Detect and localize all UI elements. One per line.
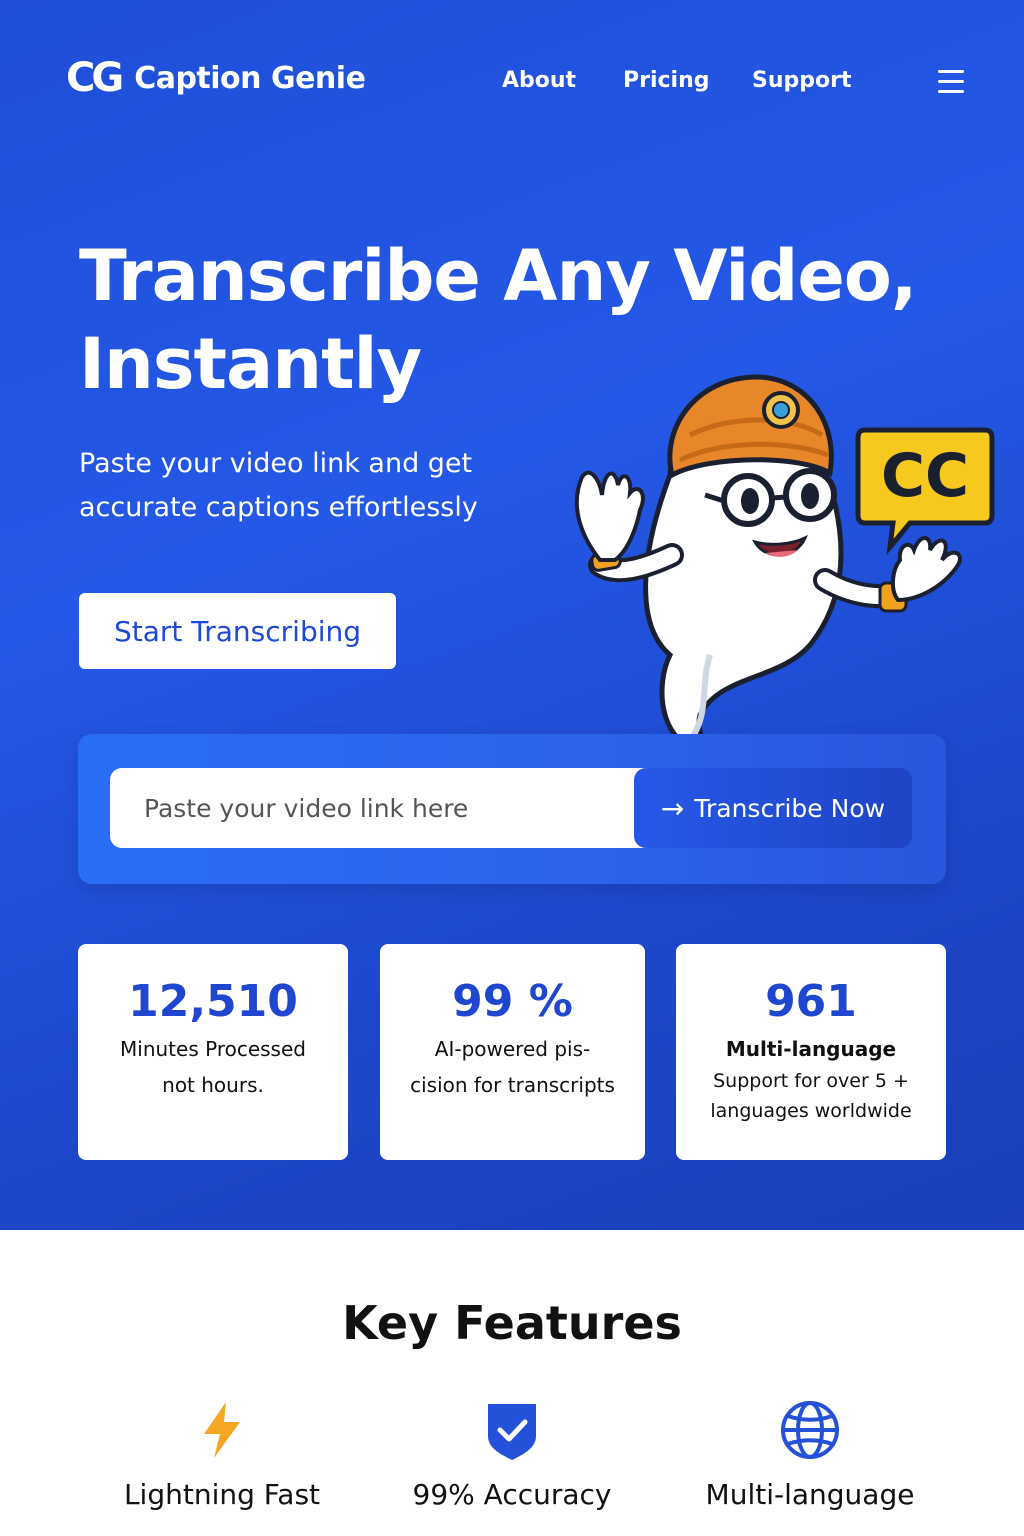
hero-section: CG Caption Genie About Pricing Support T… <box>0 0 1024 1230</box>
feature-label: 99% Accuracy <box>412 1478 612 1511</box>
hamburger-menu-icon[interactable] <box>938 70 964 94</box>
shield-check-icon <box>488 1404 536 1460</box>
brand-name: Caption Genie <box>134 60 366 96</box>
stat-sublabel: cision for transcripts <box>410 1073 615 1097</box>
stat-value: 961 <box>765 976 857 1027</box>
stat-label: Multi-language <box>725 1037 897 1061</box>
stat-value: 12,510 <box>128 976 298 1027</box>
stat-label: AI-powered pis- <box>434 1037 591 1061</box>
stat-card-minutes: 12,510 Minutes Processed not hours. <box>78 944 348 1160</box>
video-link-input[interactable] <box>110 768 660 848</box>
transcribe-form-panel: → Transcribe Now <box>78 734 946 884</box>
transcribe-now-button[interactable]: → Transcribe Now <box>634 768 912 848</box>
nav-support-link[interactable]: Support <box>752 68 851 93</box>
stat-sublabel-2: languages worldwide <box>710 1100 912 1122</box>
brand-logo[interactable]: CG Caption Genie <box>66 55 366 101</box>
feature-lightning-fast: Lightning Fast <box>100 1398 344 1511</box>
nav-about-link[interactable]: About <box>502 68 576 93</box>
stat-card-languages: 961 Multi-language Support for over 5 + … <box>676 944 946 1160</box>
cc-badge-text: CC <box>881 441 969 511</box>
feature-multi-language: Multi-language <box>690 1398 930 1511</box>
feature-accuracy: 99% Accuracy <box>392 1398 632 1511</box>
headline-line-1: Transcribe Any Video, <box>79 235 917 317</box>
stat-label: Minutes Processed <box>120 1037 306 1061</box>
feature-label: Lightning Fast <box>123 1478 321 1511</box>
features-heading: Key Features <box>342 1296 682 1350</box>
start-transcribing-button[interactable]: Start Transcribing <box>79 593 396 669</box>
stat-card-accuracy: 99 % AI-powered pis- cision for transcri… <box>380 944 645 1160</box>
stat-sublabel: Support for over 5 + <box>713 1070 909 1092</box>
transcribe-now-label: Transcribe Now <box>694 793 886 823</box>
nav-pricing-link[interactable]: Pricing <box>623 68 710 93</box>
stat-sublabel: not hours. <box>162 1073 264 1097</box>
hero-subhead: Paste your video link and get accurate c… <box>79 448 478 523</box>
logo-mark: CG <box>66 55 124 101</box>
headline-line-2: Instantly <box>79 323 422 405</box>
arrow-right-icon: → <box>660 791 685 825</box>
genie-mascot-illustration: CC <box>574 374 995 750</box>
stat-value: 99 % <box>452 976 573 1027</box>
lightning-icon <box>204 1402 240 1458</box>
globe-icon <box>781 1401 839 1459</box>
feature-label: Multi-language <box>705 1478 915 1511</box>
